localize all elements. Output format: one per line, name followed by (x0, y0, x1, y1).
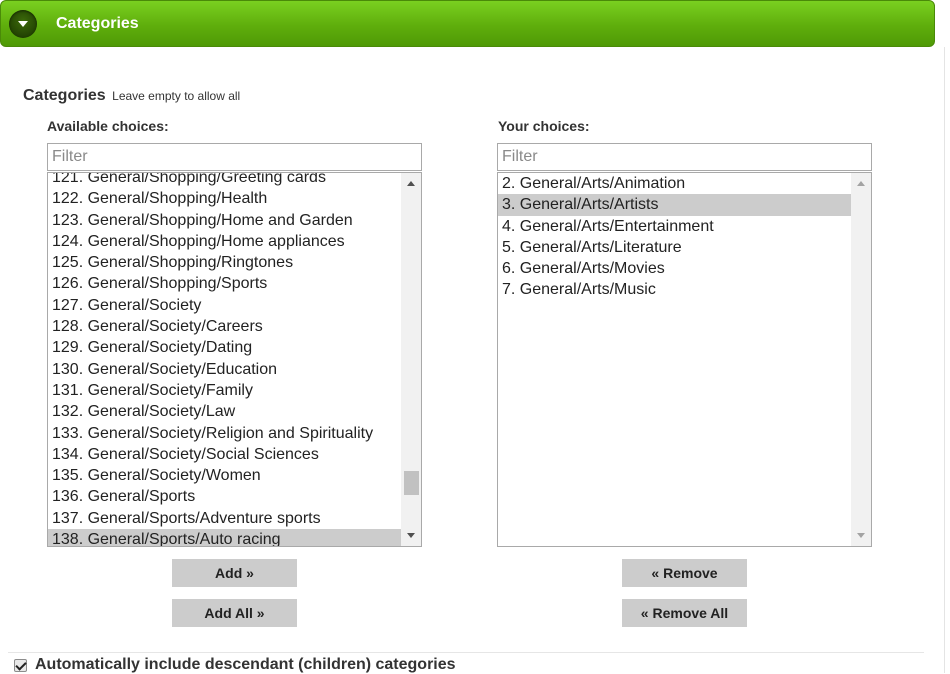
auto-include-label[interactable]: Automatically include descendant (childr… (35, 656, 456, 674)
section-title: Categories (56, 14, 139, 32)
list-option[interactable]: 134. General/Society/Social Sciences (48, 444, 401, 465)
your-choices-listbox[interactable]: 2. General/Arts/Animation 3. General/Arts… (497, 172, 872, 547)
list-option[interactable]: 135. General/Society/Women (48, 465, 401, 486)
your-choices-title: Your choices: (498, 118, 590, 134)
right-divider (944, 47, 945, 673)
list-option[interactable]: 6. General/Arts/Movies (498, 258, 851, 279)
list-option[interactable]: 122. General/Shopping/Health (48, 188, 401, 209)
list-option[interactable]: 133. General/Society/Religion and Spirit… (48, 423, 401, 444)
remove-all-button[interactable]: « Remove All (622, 599, 747, 627)
scroll-down-arrow-icon[interactable] (857, 533, 865, 538)
list-option[interactable]: 137. General/Sports/Adventure sports (48, 508, 401, 529)
available-options: 121. General/Shopping/Greeting cards 122.… (48, 173, 401, 546)
chosen-filter-input[interactable] (497, 143, 872, 171)
list-option[interactable]: 121. General/Shopping/Greeting cards (48, 173, 401, 188)
auto-include-row[interactable]: Automatically include descendant (childr… (14, 656, 456, 674)
list-option[interactable]: 7. General/Arts/Music (498, 279, 851, 300)
collapse-toggle-button[interactable] (9, 9, 37, 38)
divider (8, 652, 924, 653)
list-option[interactable]: 128. General/Society/Careers (48, 316, 401, 337)
list-option[interactable]: 2. General/Arts/Animation (498, 173, 851, 194)
list-option[interactable]: 4. General/Arts/Entertainment (498, 216, 851, 237)
list-option[interactable]: 132. General/Society/Law (48, 401, 401, 422)
available-choices-listbox[interactable]: 121. General/Shopping/Greeting cards 122.… (47, 172, 422, 547)
scroll-up-arrow-icon[interactable] (407, 181, 415, 186)
field-label-text: Categories (23, 87, 106, 104)
list-option[interactable]: 138. General/Sports/Auto racing (48, 529, 401, 546)
available-scrollbar[interactable] (401, 173, 421, 546)
scroll-down-arrow-icon[interactable] (407, 533, 415, 538)
field-label: Categories Leave empty to allow all (23, 87, 240, 105)
list-option[interactable]: 5. General/Arts/Literature (498, 237, 851, 258)
available-filter-input[interactable] (47, 143, 422, 171)
scroll-thumb[interactable] (404, 471, 419, 495)
list-option[interactable]: 124. General/Shopping/Home appliances (48, 231, 401, 252)
auto-include-checkbox[interactable] (14, 658, 27, 672)
scroll-up-arrow-icon[interactable] (857, 181, 865, 186)
list-option[interactable]: 129. General/Society/Dating (48, 337, 401, 358)
categories-section-header[interactable]: Categories (0, 0, 935, 47)
chevron-down-icon (18, 20, 28, 27)
chosen-scrollbar[interactable] (851, 173, 871, 546)
list-option[interactable]: 123. General/Shopping/Home and Garden (48, 210, 401, 231)
list-option[interactable]: 131. General/Society/Family (48, 380, 401, 401)
list-option[interactable]: 127. General/Society (48, 295, 401, 316)
chosen-options: 2. General/Arts/Animation 3. General/Arts… (498, 173, 851, 301)
remove-button[interactable]: « Remove (622, 559, 747, 587)
available-choices-title: Available choices: (47, 118, 169, 134)
field-help-text: Leave empty to allow all (112, 89, 241, 103)
add-button[interactable]: Add » (172, 559, 297, 587)
list-option[interactable]: 130. General/Society/Education (48, 359, 401, 380)
list-option[interactable]: 136. General/Sports (48, 486, 401, 507)
list-option[interactable]: 3. General/Arts/Artists (498, 194, 851, 216)
list-option[interactable]: 126. General/Shopping/Sports (48, 273, 401, 294)
list-option[interactable]: 125. General/Shopping/Ringtones (48, 252, 401, 273)
add-all-button[interactable]: Add All » (172, 599, 297, 627)
